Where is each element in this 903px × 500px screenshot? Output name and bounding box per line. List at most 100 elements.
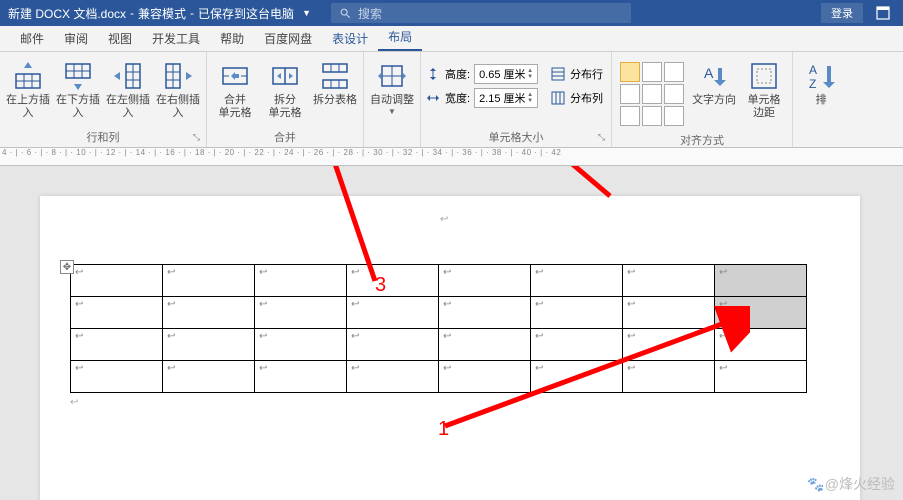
- filename: 新建 DOCX 文档.docx: [8, 5, 126, 22]
- height-input[interactable]: 0.65 厘米 ▲▼: [474, 64, 538, 84]
- table-cell[interactable]: ↩: [71, 265, 163, 297]
- table-cell[interactable]: ↩: [623, 329, 715, 361]
- document-table[interactable]: ↩↩↩↩↩↩↩↩↩↩↩↩↩↩↩↩↩↩↩↩↩↩↩↩↩↩↩↩↩↩↩↩: [70, 264, 807, 393]
- table-cell[interactable]: ↩: [439, 361, 531, 393]
- align-top-center[interactable]: [642, 62, 662, 82]
- table-cell[interactable]: ↩: [439, 297, 531, 329]
- width-spinner[interactable]: ▲▼: [527, 92, 533, 104]
- table-cell[interactable]: ↩: [347, 361, 439, 393]
- insert-left-button[interactable]: 在左侧插入: [104, 58, 152, 122]
- ribbon-display-button[interactable]: [871, 1, 895, 25]
- table-cell[interactable]: ↩: [715, 297, 807, 329]
- tab-review[interactable]: 审阅: [54, 26, 98, 51]
- table-cell[interactable]: ↩: [255, 361, 347, 393]
- align-top-left[interactable]: [620, 62, 640, 82]
- table-cell[interactable]: ↩: [715, 329, 807, 361]
- split-cells-icon: [269, 60, 301, 92]
- group-merge: 合并 单元格 拆分 单元格 拆分表格 合并: [207, 52, 364, 147]
- group-label-rows-cols: 行和列 ⤡: [4, 127, 202, 147]
- table-cell[interactable]: ↩: [71, 297, 163, 329]
- tab-layout[interactable]: 布局: [378, 24, 422, 51]
- text-direction-icon: A: [698, 60, 730, 92]
- table-cell[interactable]: ↩: [347, 297, 439, 329]
- table-cell[interactable]: ↩: [715, 265, 807, 297]
- align-bottom-left[interactable]: [620, 106, 640, 126]
- table-cell[interactable]: ↩: [439, 265, 531, 297]
- table-cell[interactable]: ↩: [163, 265, 255, 297]
- tab-view[interactable]: 视图: [98, 26, 142, 51]
- tab-mail[interactable]: 邮件: [10, 26, 54, 51]
- table-cell[interactable]: ↩: [163, 329, 255, 361]
- group-label-alignment: 对齐方式: [616, 130, 788, 150]
- sort-icon: AZ: [805, 60, 837, 92]
- group-cell-size: 高度: 0.65 厘米 ▲▼ 宽度: 2.15 厘米 ▲▼: [421, 52, 612, 147]
- table-cell[interactable]: ↩: [531, 329, 623, 361]
- document-area: ↩ ✥ ↩↩↩↩↩↩↩↩↩↩↩↩↩↩↩↩↩↩↩↩↩↩↩↩↩↩↩↩↩↩↩↩ ↩ 1…: [0, 166, 903, 500]
- dist-rows-icon: [550, 66, 566, 82]
- table-cell[interactable]: ↩: [163, 361, 255, 393]
- split-cells-button[interactable]: 拆分 单元格: [261, 58, 309, 122]
- cell-size-launcher-icon[interactable]: ⤡: [598, 132, 605, 143]
- table-cell[interactable]: ↩: [163, 297, 255, 329]
- height-spinner[interactable]: ▲▼: [527, 68, 533, 80]
- table-cell[interactable]: ↩: [715, 361, 807, 393]
- table-move-handle[interactable]: ✥: [60, 260, 74, 274]
- table-cell[interactable]: ↩: [71, 329, 163, 361]
- split-table-button[interactable]: 拆分表格: [311, 58, 359, 109]
- insert-above-button[interactable]: 在上方插入: [4, 58, 52, 122]
- align-top-right[interactable]: [664, 62, 684, 82]
- merge-cells-icon: [219, 60, 251, 92]
- align-bottom-center[interactable]: [642, 106, 662, 126]
- table-row: ↩↩↩↩↩↩↩↩: [71, 329, 807, 361]
- tab-developer[interactable]: 开发工具: [142, 26, 210, 51]
- table-cell[interactable]: ↩: [255, 265, 347, 297]
- insert-below-button[interactable]: 在下方插入: [54, 58, 102, 122]
- search-icon: [339, 7, 352, 20]
- tab-baidu[interactable]: 百度网盘: [254, 26, 322, 51]
- group-rows-cols: 在上方插入 在下方插入 在左侧插入 在右侧插入 行和列 ⤡: [0, 52, 207, 147]
- align-middle-center[interactable]: [642, 84, 662, 104]
- text-direction-button[interactable]: A 文字方向: [690, 58, 738, 109]
- merge-cells-button[interactable]: 合并 单元格: [211, 58, 259, 122]
- table-cell[interactable]: ↩: [623, 361, 715, 393]
- title-dropdown-icon[interactable]: ▼: [302, 8, 311, 18]
- search-placeholder: 搜索: [358, 5, 382, 22]
- table-cell[interactable]: ↩: [255, 329, 347, 361]
- group-label-merge: 合并: [211, 127, 359, 147]
- table-cell[interactable]: ↩: [255, 297, 347, 329]
- insert-right-button[interactable]: 在右侧插入: [154, 58, 202, 122]
- table-cell[interactable]: ↩: [347, 265, 439, 297]
- table-cell[interactable]: ↩: [347, 329, 439, 361]
- cell-margins-button[interactable]: 单元格 边距: [740, 58, 788, 122]
- table-cell[interactable]: ↩: [71, 361, 163, 393]
- save-status: 已保存到这台电脑: [198, 5, 294, 22]
- table-cell[interactable]: ↩: [623, 297, 715, 329]
- rows-cols-launcher-icon[interactable]: ⤡: [193, 132, 200, 143]
- login-button[interactable]: 登录: [821, 3, 863, 23]
- insert-right-icon: [162, 60, 194, 92]
- ruler[interactable]: 4 · | · 6 · | · 8 · | · 10 · | · 12 · | …: [0, 148, 903, 166]
- table-cell[interactable]: ↩: [439, 329, 531, 361]
- tab-bar: 邮件 审阅 视图 开发工具 帮助 百度网盘 表设计 布局: [0, 26, 903, 52]
- autofit-icon: [376, 60, 408, 92]
- search-box[interactable]: 搜索: [331, 3, 631, 23]
- autofit-dropdown-icon: ▼: [388, 107, 396, 116]
- table-cell[interactable]: ↩: [531, 361, 623, 393]
- distribute-cols-button[interactable]: 分布列: [546, 88, 607, 108]
- distribute-rows-button[interactable]: 分布行: [546, 64, 607, 84]
- group-alignment: A 文字方向 单元格 边距 对齐方式: [612, 52, 793, 147]
- sort-button[interactable]: AZ 排: [797, 58, 845, 109]
- width-input[interactable]: 2.15 厘米 ▲▼: [474, 88, 538, 108]
- insert-left-icon: [112, 60, 144, 92]
- page[interactable]: ↩ ✥ ↩↩↩↩↩↩↩↩↩↩↩↩↩↩↩↩↩↩↩↩↩↩↩↩↩↩↩↩↩↩↩↩ ↩: [40, 196, 860, 500]
- align-middle-left[interactable]: [620, 84, 640, 104]
- table-cell[interactable]: ↩: [623, 265, 715, 297]
- tab-help[interactable]: 帮助: [210, 26, 254, 51]
- height-icon: [425, 66, 441, 82]
- tab-table-design[interactable]: 表设计: [322, 26, 378, 51]
- align-bottom-right[interactable]: [664, 106, 684, 126]
- table-cell[interactable]: ↩: [531, 297, 623, 329]
- autofit-button[interactable]: 自动调整 ▼: [368, 58, 416, 118]
- table-cell[interactable]: ↩: [531, 265, 623, 297]
- align-middle-right[interactable]: [664, 84, 684, 104]
